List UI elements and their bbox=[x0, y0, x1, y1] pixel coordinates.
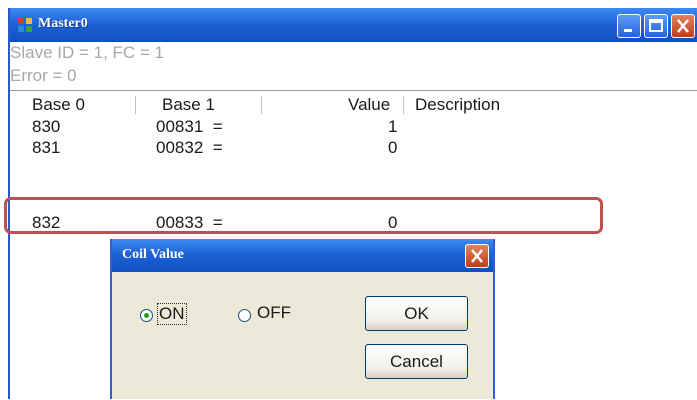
column-divider[interactable] bbox=[403, 96, 404, 114]
minimize-button[interactable] bbox=[617, 14, 641, 38]
close-icon bbox=[677, 19, 689, 33]
column-divider[interactable] bbox=[261, 96, 262, 114]
cell-base1: 00832 = bbox=[156, 138, 223, 157]
column-header-base1[interactable]: Base 1 bbox=[162, 91, 215, 118]
cancel-button[interactable]: Cancel bbox=[365, 344, 468, 379]
dialog-title: Coil Value bbox=[122, 247, 184, 262]
column-header-description[interactable]: Description bbox=[415, 91, 501, 118]
cell-value: 1 bbox=[388, 117, 398, 136]
window-title: Master0 bbox=[38, 16, 88, 31]
minimize-icon bbox=[624, 29, 632, 32]
status-error: Error = 0 bbox=[10, 66, 77, 85]
close-icon bbox=[471, 249, 483, 263]
cell-base0: 830 bbox=[32, 117, 61, 136]
radio-on-label[interactable]: ON bbox=[157, 303, 187, 325]
dialog-close-button[interactable] bbox=[465, 244, 489, 268]
window-titlebar[interactable]: Master0 bbox=[10, 8, 697, 42]
radio-on-indicator[interactable] bbox=[140, 309, 153, 322]
row-highlight-annotation bbox=[4, 197, 603, 234]
app-icon bbox=[18, 18, 32, 32]
coil-value-dialog: Coil Value ON OFF OK Cancel bbox=[110, 239, 495, 399]
column-header-value[interactable]: Value bbox=[348, 91, 391, 118]
status-slave-id: Slave ID = 1, FC = 1 bbox=[10, 43, 165, 62]
maximize-button[interactable] bbox=[644, 14, 668, 38]
maximize-icon bbox=[649, 19, 663, 32]
ok-button[interactable]: OK bbox=[365, 296, 468, 331]
cell-value: 0 bbox=[388, 138, 398, 157]
radio-off-label[interactable]: OFF bbox=[257, 303, 291, 323]
column-header-base0[interactable]: Base 0 bbox=[32, 91, 85, 118]
dialog-titlebar[interactable]: Coil Value bbox=[112, 239, 493, 272]
close-button[interactable] bbox=[671, 14, 695, 38]
radio-off-indicator[interactable] bbox=[238, 309, 251, 322]
cell-base1: 00831 = bbox=[156, 117, 223, 136]
column-divider[interactable] bbox=[135, 96, 136, 114]
cell-base0: 831 bbox=[32, 138, 61, 157]
